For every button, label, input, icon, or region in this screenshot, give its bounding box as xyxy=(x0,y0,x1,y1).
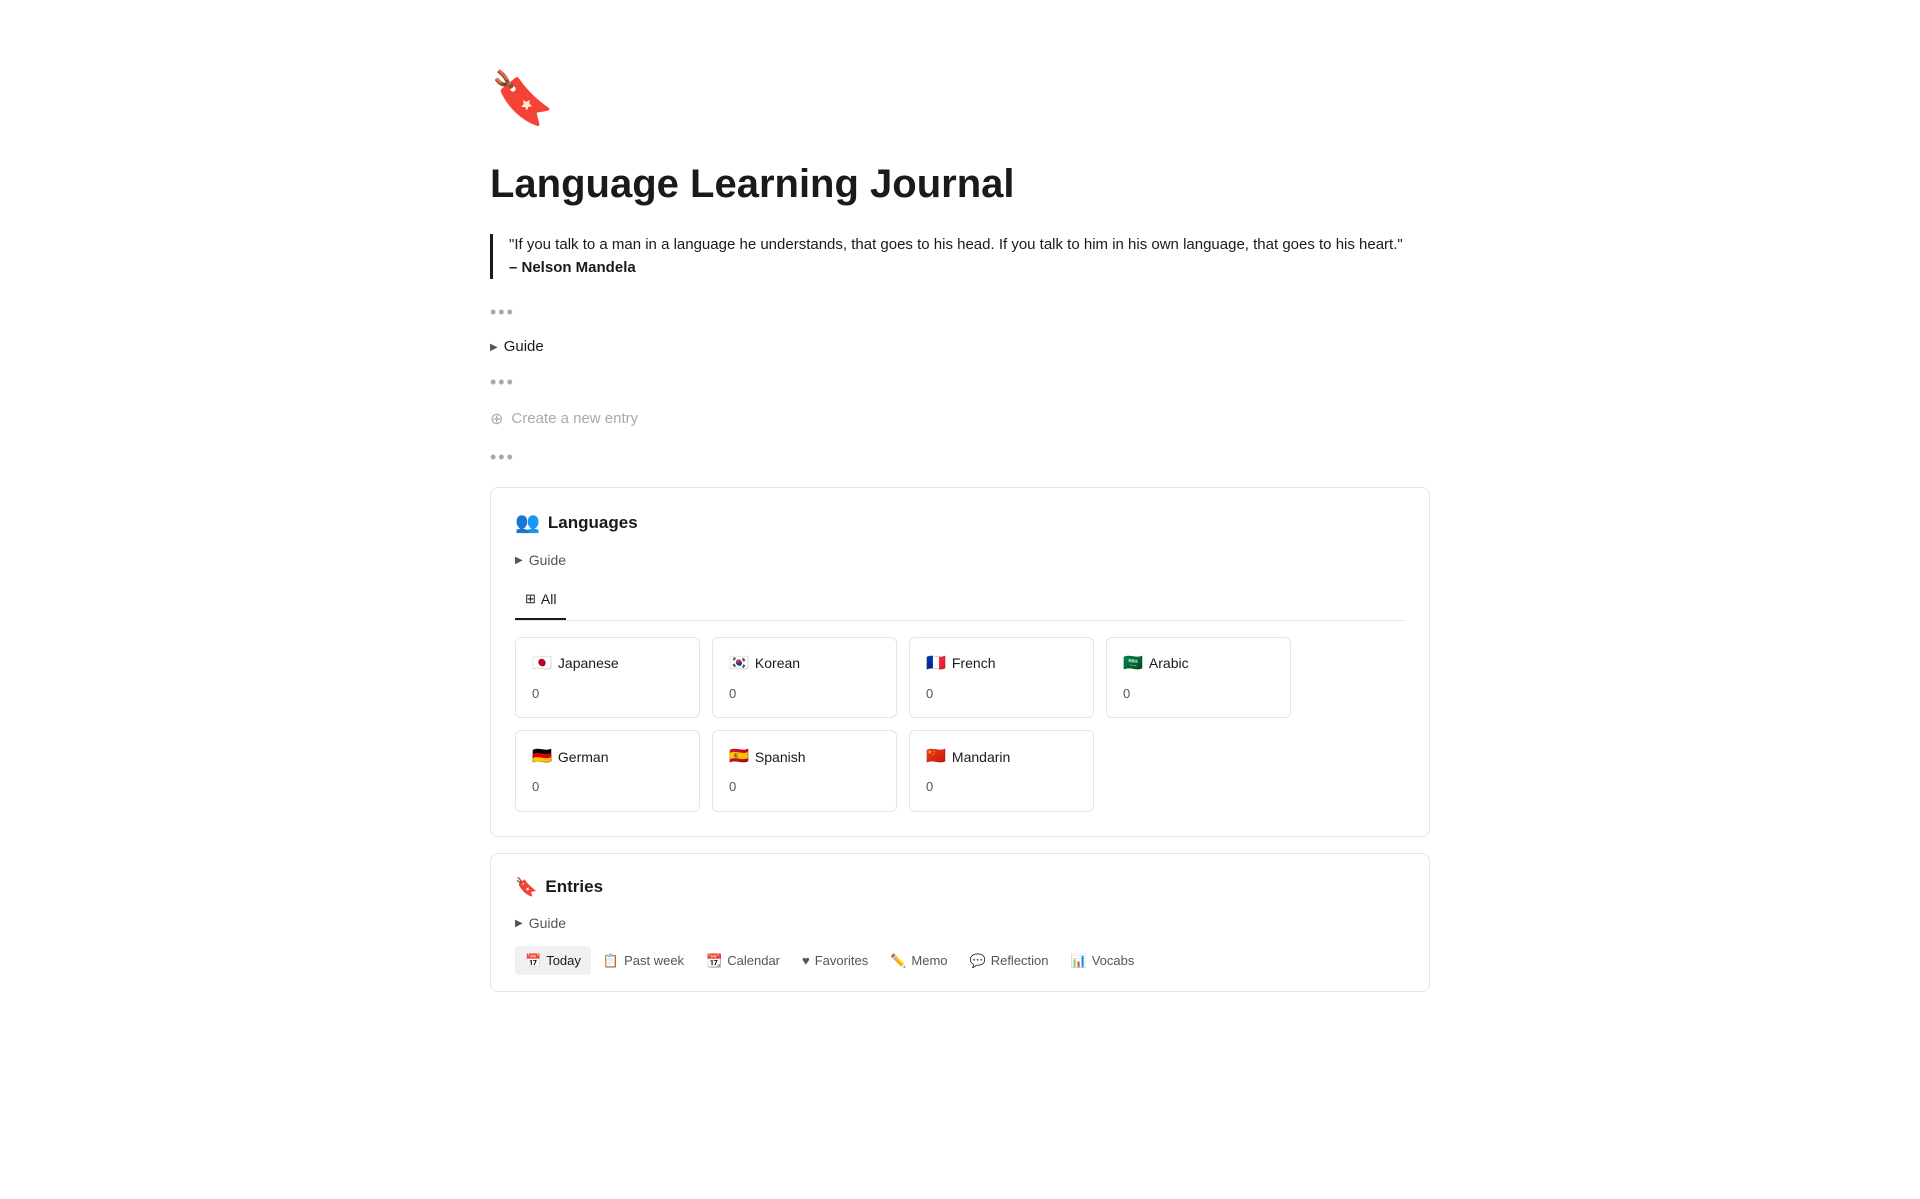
lang-flag-icon: 🇨🇳 xyxy=(926,745,946,769)
tab-label-favorites: Favorites xyxy=(815,951,868,971)
tab-icon-calendar: 📆 xyxy=(706,951,722,971)
lang-name: Spanish xyxy=(755,747,806,768)
lang-count: 0 xyxy=(532,684,683,704)
lang-flag-icon: 🇫🇷 xyxy=(926,652,946,676)
page-icon: 🔖 xyxy=(490,60,1430,138)
entries-tab-today[interactable]: 📅 Today xyxy=(515,946,591,976)
tab-label-vocabs: Vocabs xyxy=(1092,951,1135,971)
lang-card-name: 🇪🇸 Spanish xyxy=(729,745,880,769)
tab-label-memo: Memo xyxy=(911,951,947,971)
entries-tab-memo[interactable]: ✏️ Memo xyxy=(880,946,957,976)
lang-name: Arabic xyxy=(1149,653,1189,674)
lang-count: 0 xyxy=(926,777,1077,797)
languages-guide-toggle[interactable]: ▶ Guide xyxy=(515,550,1405,571)
tab-all[interactable]: ⊞ All xyxy=(515,583,566,620)
entries-title: Entries xyxy=(545,874,603,900)
lang-card-korean[interactable]: 🇰🇷 Korean 0 xyxy=(712,637,897,719)
lang-name: Mandarin xyxy=(952,747,1010,768)
languages-cards-grid: 🇯🇵 Japanese 0 🇰🇷 Korean 0 🇫🇷 French 0 🇸🇦… xyxy=(515,637,1405,812)
languages-section: 👥 Languages ▶ Guide ⊞ All 🇯🇵 Japanese 0 … xyxy=(490,487,1430,837)
entries-tab-reflection[interactable]: 💬 Reflection xyxy=(960,946,1059,976)
lang-flag-icon: 🇪🇸 xyxy=(729,745,749,769)
lang-card-name: 🇯🇵 Japanese xyxy=(532,652,683,676)
tab-label-reflection: Reflection xyxy=(991,951,1049,971)
tab-icon-memo: ✏️ xyxy=(890,951,906,971)
lang-flag-icon: 🇯🇵 xyxy=(532,652,552,676)
tab-icon-vocabs: 📊 xyxy=(1071,951,1087,971)
languages-arrow-icon: ▶ xyxy=(515,553,523,568)
lang-card-name: 🇨🇳 Mandarin xyxy=(926,745,1077,769)
entries-tab-vocabs[interactable]: 📊 Vocabs xyxy=(1061,946,1145,976)
dots-1: ••• xyxy=(490,299,1430,326)
languages-guide-label: Guide xyxy=(529,550,566,571)
entries-section: 🔖 Entries ▶ Guide 📅 Today 📋 Past week 📆 … xyxy=(490,853,1430,993)
quote-author: – Nelson Mandela xyxy=(509,257,1430,280)
languages-tabs-row: ⊞ All xyxy=(515,583,1405,621)
lang-name: French xyxy=(952,653,996,674)
tab-icon-past week: 📋 xyxy=(603,951,619,971)
entries-header: 🔖 Entries xyxy=(515,874,1405,901)
lang-count: 0 xyxy=(532,777,683,797)
lang-flag-icon: 🇩🇪 xyxy=(532,745,552,769)
blockquote: "If you talk to a man in a language he u… xyxy=(490,234,1430,279)
lang-flag-icon: 🇸🇦 xyxy=(1123,652,1143,676)
lang-count: 0 xyxy=(729,684,880,704)
entries-guide-label: Guide xyxy=(529,913,566,934)
lang-count: 0 xyxy=(926,684,1077,704)
entries-tab-past-week[interactable]: 📋 Past week xyxy=(593,946,694,976)
tab-label-today: Today xyxy=(546,951,581,971)
lang-card-name: 🇸🇦 Arabic xyxy=(1123,652,1274,676)
lang-card-name: 🇩🇪 German xyxy=(532,745,683,769)
create-entry[interactable]: ⊕ Create a new entry xyxy=(490,408,1430,432)
create-entry-label: Create a new entry xyxy=(511,408,638,431)
entries-tab-favorites[interactable]: ♥ Favorites xyxy=(792,946,878,976)
lang-card-mandarin[interactable]: 🇨🇳 Mandarin 0 xyxy=(909,730,1094,812)
lang-name: Japanese xyxy=(558,653,619,674)
arrow-icon-1: ▶ xyxy=(490,340,498,355)
languages-title: Languages xyxy=(548,510,638,536)
guide-label-1: Guide xyxy=(504,336,544,359)
quote-text: "If you talk to a man in a language he u… xyxy=(509,234,1430,257)
tab-label-calendar: Calendar xyxy=(727,951,780,971)
plus-circle-icon: ⊕ xyxy=(490,408,503,432)
lang-card-japanese[interactable]: 🇯🇵 Japanese 0 xyxy=(515,637,700,719)
tab-icon-reflection: 💬 xyxy=(970,951,986,971)
lang-card-name: 🇰🇷 Korean xyxy=(729,652,880,676)
entries-tab-calendar[interactable]: 📆 Calendar xyxy=(696,946,790,976)
entries-tabs-row: 📅 Today 📋 Past week 📆 Calendar ♥ Favorit… xyxy=(515,946,1405,976)
lang-card-german[interactable]: 🇩🇪 German 0 xyxy=(515,730,700,812)
lang-count: 0 xyxy=(1123,684,1274,704)
lang-name: Korean xyxy=(755,653,800,674)
dots-2: ••• xyxy=(490,369,1430,396)
dots-3: ••• xyxy=(490,444,1430,471)
page-title: Language Learning Journal xyxy=(490,154,1430,214)
tab-icon-favorites: ♥ xyxy=(802,951,810,971)
lang-flag-icon: 🇰🇷 xyxy=(729,652,749,676)
languages-icon: 👥 xyxy=(515,508,540,538)
entries-icon: 🔖 xyxy=(515,874,537,901)
lang-card-name: 🇫🇷 French xyxy=(926,652,1077,676)
page-container: 🔖 Language Learning Journal "If you talk… xyxy=(410,0,1510,1088)
tab-all-label: All xyxy=(541,589,557,610)
lang-card-spanish[interactable]: 🇪🇸 Spanish 0 xyxy=(712,730,897,812)
lang-card-french[interactable]: 🇫🇷 French 0 xyxy=(909,637,1094,719)
guide-toggle-1[interactable]: ▶ Guide xyxy=(490,336,1430,359)
lang-count: 0 xyxy=(729,777,880,797)
lang-card-arabic[interactable]: 🇸🇦 Arabic 0 xyxy=(1106,637,1291,719)
grid-icon: ⊞ xyxy=(525,589,536,609)
languages-header: 👥 Languages xyxy=(515,508,1405,538)
entries-arrow-icon: ▶ xyxy=(515,916,523,931)
lang-name: German xyxy=(558,747,609,768)
tab-icon-today: 📅 xyxy=(525,951,541,971)
entries-guide-toggle[interactable]: ▶ Guide xyxy=(515,913,1405,934)
tab-label-past week: Past week xyxy=(624,951,684,971)
